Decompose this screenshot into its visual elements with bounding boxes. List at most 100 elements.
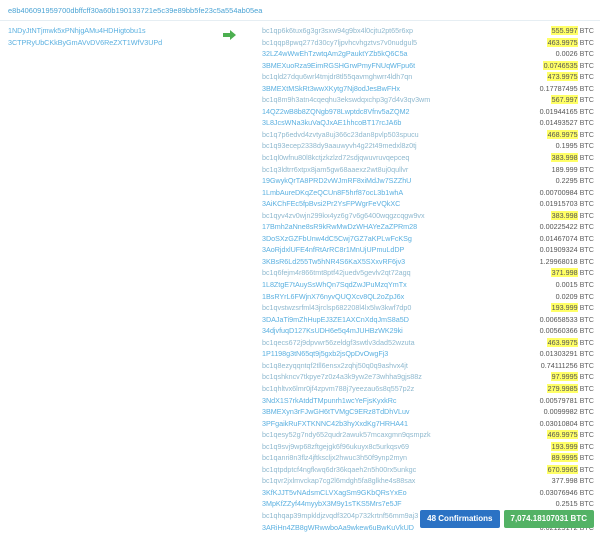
output-row: bc1qvr2jxlmvckap7cg2l6mdgh5fa8glkhe4s88s… [262, 475, 488, 487]
output-address-link[interactable]: 1L8ZtgE7tAuySsWhQn7SqdZwJPuMzqYmTx [262, 280, 407, 289]
output-row: bc1qld27dqu6wrl4tmjdr8tl55qavmghwrr4ldh7… [262, 71, 488, 83]
output-address-text: bc1q7p6edvd4zvtya8uj366c23dan8pvlp503spu… [262, 129, 419, 139]
output-address-link[interactable]: 3BMEXuoRza9EimRGSHGrwPmyFNUqWFpu6t [262, 61, 415, 70]
output-row: bc1q9svj9wp68zftgejgk6f96ukuyx8c5urkqsv6… [262, 441, 488, 453]
output-row: bc1qp6k6tux6g3gr3sxw94g9bx4l0cjtu2pt65r6… [262, 25, 488, 37]
output-row: bc1qtpdptcf4ngfkwq6dr36kqaeh2n5h00rx5unk… [262, 464, 488, 476]
outputs-column: bc1qp6k6tux6g3gr3sxw94g9bx4l0cjtu2pt65r6… [260, 25, 600, 533]
output-address-text: bc1qvstwzsrfml43jrclsp682208l4lx5lw3kwf7… [262, 303, 412, 313]
output-amount-unit: BTC [579, 60, 594, 70]
input-address-link[interactable]: 3CTPRyUbCKkByGmAVvDV6ReZXT1WfV3UPd [8, 38, 162, 47]
output-address-link[interactable]: 3KBsR6Ld255Tw5hNR4S6KaX5SXxvRF6jv3 [262, 257, 405, 266]
output-row: bc1ql0wfnu80l8kctjzkzlzd72sdjqwuvruvqepc… [262, 152, 488, 164]
output-address-text: bc1qshkncv7tkpye7z0z4a3k9yw2e73whha9gjs8… [262, 372, 422, 382]
output-amount-row: 0.01944165 BTC [488, 106, 594, 118]
output-amount-value: 0.00560366 [539, 326, 578, 336]
output-address-link[interactable]: 3BMEXtMSkRt3wwXKytg7Nj8odJesBwFHx [262, 84, 400, 93]
total-amount-badge: 7,074.18107031 BTC [503, 510, 594, 528]
output-row: bc1qecs672j9dpvwr56zeldgf3swtlv3dad52wzu… [262, 337, 488, 349]
output-address-list: bc1qp6k6tux6g3gr3sxw94g9bx4l0cjtu2pt65r6… [260, 25, 488, 533]
arrow-right-icon [223, 30, 236, 40]
output-amount-row: 0.00700984 BTC [488, 187, 594, 199]
output-row: 3MpKfZZyf44myybX3M9y1sTKS5Mrs7e5JF [262, 498, 488, 510]
transaction-hash-link[interactable]: e8b406091959700dbffcff30a60b190133721e5c… [8, 6, 262, 15]
output-row: 3KBsR6Ld255Tw5hNR4S6KaX5SXxvRF6jv3 [262, 256, 488, 268]
output-amount-unit: BTC [579, 49, 594, 59]
output-address-link[interactable]: 1LmbAureDKqZeQCUn8F5hrf87ocL3b1whA [262, 188, 403, 197]
output-row: bc1qhltvx6lmr0jf4zpvm788j7yeezau6s8q557p… [262, 383, 488, 395]
output-row: 3KfKJJT5vNAdsmCLVXagSm9GKbQRsYxEo [262, 487, 488, 499]
output-address-link[interactable]: 1P1198g3tN65qt9j5gxb2jsQpDvOwgFj3 [262, 349, 388, 358]
output-amount-value: 0.00700984 [539, 187, 578, 197]
output-row: 3DoSXzGZFbUnw4dC5Cwj7GZ7aKPLwFcKSg [262, 233, 488, 245]
output-amount-value: 469.9975 [546, 430, 578, 440]
output-amount-value: 0.01303291 [539, 349, 578, 359]
output-amount-value: 279.9985 [546, 383, 578, 393]
output-amount-row: 97.9995 BTC [488, 371, 594, 383]
output-address-text: bc1q9svj9wp68zftgejgk6f96ukuyx8c5urkqsv6… [262, 441, 410, 451]
output-row: bc1q7p6edvd4zvtya8uj366c23dan8pvlp503spu… [262, 129, 488, 141]
output-amount-row: 0.03076946 BTC [488, 487, 594, 499]
output-address-link[interactable]: 3ARiHn4ZB8gWRwwboAa9wkew6uBwKuVkUD [262, 523, 414, 532]
output-row: 19GwykQrTA8PRD2vWJmRF8xiMdJw7SZZhU [262, 175, 488, 187]
output-amount-row: 0.00579781 BTC [488, 395, 594, 407]
output-amount-value: 0.0746535 [542, 60, 578, 70]
inputs-column: 1NDyJtNTjmwk5xPNhjgAMu4HDHigtobu1s 3CTPR… [0, 25, 200, 48]
output-amount-row: 0.01467074 BTC [488, 233, 594, 245]
input-address-link[interactable]: 1NDyJtNTjmwk5xPNhjgAMu4HDHigtobu1s [8, 26, 146, 35]
output-amount-value: 0.17787495 [539, 83, 578, 93]
output-address-link[interactable]: 3PFgaikRuFXTKNNC42b3hyXxdKg7HRHA41 [262, 419, 408, 428]
output-amount-value: 0.01915703 [539, 199, 578, 209]
output-row: 1P1198g3tN65qt9j5gxb2jsQpDvOwgFj3 [262, 348, 488, 360]
output-address-link[interactable]: 3AoRjdxlUFE4nfRtArRC8r1MnUjUPmuLdDP [262, 245, 404, 254]
output-row: bc1q93ecep2338dy9aauwyvh4g22t49medxl8z0t… [262, 140, 488, 152]
output-amount-row: 371.998 BTC [488, 267, 594, 279]
output-amount-value: 0.1995 [555, 141, 578, 151]
output-address-link[interactable]: 3AiKChFEc5fpBvsi2Pr2YsFPWgrFeVQkXC [262, 199, 400, 208]
output-address-link[interactable]: 3DAJaTi9mZhHupEJ3ZE1AXCnXdqJmS8a5D [262, 315, 409, 324]
output-address-link[interactable]: 32LZ4wWwEhTzwtqAm2gPauktYZb5kQ6C5a [262, 49, 408, 58]
output-amount-row: 0.0209 BTC [488, 291, 594, 303]
output-amount-value: 0.03010804 [539, 418, 578, 428]
output-address-text: bc1qp6k6tux6g3gr3sxw94g9bx4l0cjtu2pt65r6… [262, 26, 414, 35]
output-amount-value: 377.998 [551, 476, 578, 486]
output-address-link[interactable]: 1BsRYrL6FWjnX76nyvQUQXcv8QL2oZpJ6x [262, 292, 404, 301]
output-row: bc1qesy52g7ndy652qudr2awuk57mcaxgmn9qsmp… [262, 429, 488, 441]
output-amount-unit: BTC [579, 326, 594, 336]
output-address-link[interactable]: 19GwykQrTA8PRD2vWJmRF8xiMdJw7SZZhU [262, 176, 411, 185]
output-amount-unit: BTC [579, 199, 594, 209]
output-amount-value: 0.00579781 [539, 395, 578, 405]
output-amount-row: 473.9975 BTC [488, 71, 594, 83]
output-address-link[interactable]: 3KfKJJT5vNAdsmCLVXagSm9GKbQRsYxEo [262, 488, 407, 497]
output-amount-value: 473.9975 [546, 72, 578, 82]
output-address-link[interactable]: 3NdX1S7rkAtddTMpunrh1wcYeFjsKyxkRc [262, 396, 397, 405]
output-amount-value: 89.9995 [550, 453, 578, 463]
output-row: bc1q8m9h3atn4cqeqhu3ekswdqxchp3g7d4v3qv3… [262, 94, 488, 106]
output-row: bc1qvstwzsrfml43jrclsp682208l4lx5lw3kwf7… [262, 302, 488, 314]
output-amount-unit: BTC [579, 95, 594, 105]
output-amount-row: 463.9975 BTC [488, 37, 594, 49]
output-address-text: bc1q3ldtrr6xtpx8jam5gw68aaexz2wt8uj0qull… [262, 164, 409, 174]
output-amount-row: 279.9985 BTC [488, 383, 594, 395]
output-address-link[interactable]: 3DoSXzGZFbUnw4dC5Cwj7GZ7aKPLwFcKSg [262, 234, 412, 243]
output-address-link[interactable]: 17Bmh2aNne8sR9kRwMwDzWHAYeZaZPRm28 [262, 222, 417, 231]
output-amount-row: 0.17787495 BTC [488, 83, 594, 95]
output-amount-unit: BTC [579, 72, 594, 82]
output-amount-unit: BTC [579, 360, 594, 370]
output-amount-unit: BTC [579, 418, 594, 428]
output-address-text: bc1qhqap39mpkldjzvqdf3204p732krtnf56mm9a… [262, 510, 419, 520]
output-address-link[interactable]: 3L8JcsWNa3kuVaQJxAE1hhcoBT17rcJA6b [262, 118, 401, 127]
output-amount-row: 0.00225422 BTC [488, 221, 594, 233]
output-amount-unit: BTC [579, 407, 594, 417]
output-amount-value: 1.29968018 [539, 256, 578, 266]
output-address-text: bc1qecs672j9dpvwr56zeldgf3swtlv3dad52wzu… [262, 337, 415, 347]
output-address-link[interactable]: 3BMEXyn3rFJwGH6tTVMgC9ERz8TdDhVLuv [262, 407, 410, 416]
output-amount-unit: BTC [579, 37, 594, 47]
output-row: 32LZ4wWwEhTzwtqAm2gPauktYZb5kQ6C5a [262, 48, 488, 60]
output-address-link[interactable]: 14QZ2wB8b8ZQNgb978Lwptdc8Vfnv5aZQM2 [262, 107, 410, 116]
output-row: 3BMEXuoRza9EimRGSHGrwPmyFNUqWFpu6t [262, 60, 488, 72]
output-row: 3AoRjdxlUFE4nfRtArRC8r1MnUjUPmuLdDP [262, 244, 488, 256]
output-amount-unit: BTC [579, 349, 594, 359]
output-address-link[interactable]: 3MpKfZZyf44myybX3M9y1sTKS5Mrs7e5JF [262, 499, 402, 508]
output-address-link[interactable]: 34djvfuqD127KsUDH6e5q4mJUHBzWK29ki [262, 326, 403, 335]
